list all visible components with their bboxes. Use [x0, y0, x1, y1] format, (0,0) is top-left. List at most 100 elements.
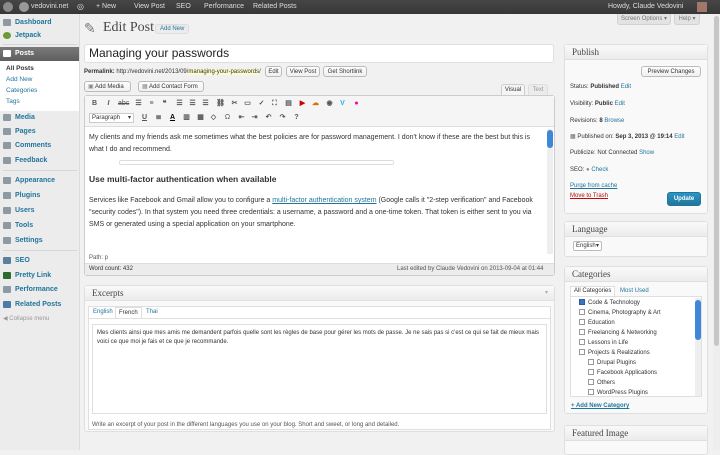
page-scrollbar[interactable]	[713, 14, 720, 450]
admin-bar-related-posts[interactable]: Related Posts	[253, 0, 297, 14]
menu-seo[interactable]: SEO	[0, 254, 79, 267]
admin-bar-performance[interactable]: Performance	[204, 0, 244, 14]
published-edit-link[interactable]: Edit	[674, 134, 684, 140]
menu-appearance[interactable]: Appearance	[0, 174, 79, 187]
bullet-list-icon[interactable]: ☰	[134, 100, 143, 108]
align-center-icon[interactable]: ☰	[188, 100, 197, 108]
comments-icon[interactable]: ◎	[77, 0, 84, 14]
excerpt-tab-french[interactable]: French	[115, 307, 142, 318]
admin-bar-seo[interactable]: SEO	[176, 0, 191, 14]
checkbox[interactable]	[588, 359, 594, 365]
tab-visual[interactable]: Visual	[501, 84, 525, 95]
checkbox[interactable]	[579, 319, 585, 325]
category-item[interactable]: WordPress Plugins	[588, 389, 648, 396]
toggle-arrow-icon[interactable]: ▾	[545, 286, 548, 301]
menu-tools[interactable]: Tools	[0, 219, 79, 232]
submenu-add-new[interactable]: Add New	[6, 76, 32, 83]
unlink-icon[interactable]: ✂	[230, 100, 239, 108]
view-post-button[interactable]: View Post	[286, 66, 320, 77]
screen-options-tab[interactable]: Screen Options ▾	[617, 14, 671, 25]
seo-check-link[interactable]: Check	[591, 167, 608, 173]
toolbar-toggle-icon[interactable]: ▤	[284, 100, 293, 108]
excerpts-title[interactable]: Excerpts ▾	[85, 286, 554, 301]
update-button[interactable]: Update	[667, 192, 701, 206]
vimeo-v-icon[interactable]: V	[338, 100, 347, 108]
menu-posts[interactable]: Posts	[0, 47, 79, 61]
add-new-post-button[interactable]: Add New	[155, 24, 190, 34]
admin-bar-site[interactable]: vedovini.net	[31, 0, 68, 14]
mfa-link[interactable]: multi-factor authentication system	[272, 197, 376, 204]
category-item[interactable]: Freelancing & Networking	[579, 329, 657, 337]
page-scrollbar-thumb[interactable]	[714, 16, 719, 346]
menu-related-posts[interactable]: Related Posts	[0, 298, 79, 311]
categories-title[interactable]: Categories	[565, 267, 707, 282]
category-item[interactable]: Others	[588, 379, 615, 387]
editor-scrollbar[interactable]	[547, 129, 553, 254]
undo-icon[interactable]: ↶	[264, 114, 273, 122]
add-contact-form-button[interactable]: ▦ Add Contact Form	[138, 81, 204, 92]
special-character-icon[interactable]: Ω	[223, 114, 232, 122]
menu-media[interactable]: Media	[0, 111, 79, 124]
category-item[interactable]: Education	[579, 319, 615, 327]
excerpt-tab-thai[interactable]: Thai	[146, 309, 158, 315]
menu-settings[interactable]: Settings	[0, 234, 79, 247]
status-edit-link[interactable]: Edit	[621, 84, 631, 90]
soundcloud-icon[interactable]: ☁	[311, 100, 320, 108]
fullscreen-icon[interactable]: ⛶	[270, 100, 279, 108]
flickr-icon[interactable]: ●	[352, 100, 361, 108]
wordpress-logo-icon[interactable]	[3, 2, 13, 12]
submenu-tags[interactable]: Tags	[6, 98, 20, 105]
spellcheck-icon[interactable]: ✓	[257, 100, 266, 108]
tab-text[interactable]: Text	[528, 84, 548, 95]
publicize-show-link[interactable]: Show	[639, 150, 654, 156]
collapse-menu[interactable]: ◀ Collapse menu	[3, 315, 49, 322]
text-color-icon[interactable]: A	[168, 114, 177, 122]
language-title[interactable]: Language	[565, 222, 707, 237]
permalink-edit-button[interactable]: Edit	[265, 66, 282, 77]
checkbox[interactable]	[579, 329, 585, 335]
get-shortlink-button[interactable]: Get Shortlink	[323, 66, 367, 77]
strikethrough-icon[interactable]: abc	[118, 100, 129, 108]
category-item[interactable]: Cinema, Photography & Art	[579, 309, 661, 317]
vimeo-icon[interactable]: ◉	[325, 100, 334, 108]
blockquote-icon[interactable]: ❝	[160, 100, 169, 108]
admin-bar-new[interactable]: + New	[96, 0, 116, 14]
menu-feedback[interactable]: Feedback	[0, 154, 79, 167]
numbered-list-icon[interactable]: ≡	[147, 100, 156, 108]
post-title-input[interactable]: Managing your passwords	[84, 44, 554, 63]
add-new-category-link[interactable]: + Add New Category	[571, 403, 629, 409]
menu-jetpack[interactable]: Jetpack	[0, 29, 79, 42]
bold-icon[interactable]: B	[90, 100, 99, 108]
visibility-edit-link[interactable]: Edit	[615, 101, 625, 107]
permalink-slug[interactable]: managing-your-passwords	[188, 69, 260, 75]
admin-bar-view-post[interactable]: View Post	[134, 0, 165, 14]
avatar[interactable]	[697, 2, 707, 12]
italic-icon[interactable]: I	[104, 100, 113, 108]
menu-comments[interactable]: Comments	[0, 139, 79, 152]
checkbox[interactable]	[588, 369, 594, 375]
paste-text-icon[interactable]: ▥	[182, 114, 191, 122]
align-left-icon[interactable]: ☰	[175, 100, 184, 108]
submenu-all-posts[interactable]: All Posts	[6, 65, 34, 72]
scrollbar-thumb[interactable]	[695, 300, 701, 340]
howdy-user[interactable]: Howdy, Claude Vedovini	[608, 0, 683, 14]
checkbox[interactable]	[579, 309, 585, 315]
menu-dashboard[interactable]: Dashboard	[0, 16, 79, 29]
checkbox[interactable]	[579, 339, 585, 345]
checkbox[interactable]	[579, 299, 585, 305]
menu-plugins[interactable]: Plugins	[0, 189, 79, 202]
align-right-icon[interactable]: ☰	[201, 100, 210, 108]
format-select[interactable]: Paragraph ▾	[89, 113, 134, 123]
preview-changes-button[interactable]: Preview Changes	[641, 66, 701, 77]
category-item[interactable]: Projects & Realizations	[579, 349, 650, 357]
tab-most-used[interactable]: Most Used	[620, 288, 649, 294]
scrollbar-thumb[interactable]	[547, 130, 553, 148]
add-media-button[interactable]: ▣ Add Media	[84, 81, 131, 92]
menu-users[interactable]: Users	[0, 204, 79, 217]
menu-pretty-link[interactable]: Pretty Link	[0, 269, 79, 282]
excerpt-textarea[interactable]: Mes clients ainsi que mes amis me demand…	[92, 324, 547, 414]
move-to-trash-link[interactable]: Move to Trash	[570, 193, 608, 199]
justify-icon[interactable]: ≣	[154, 114, 163, 122]
purge-cache-link[interactable]: Purge from cache	[570, 183, 617, 189]
checkbox[interactable]	[588, 389, 594, 395]
